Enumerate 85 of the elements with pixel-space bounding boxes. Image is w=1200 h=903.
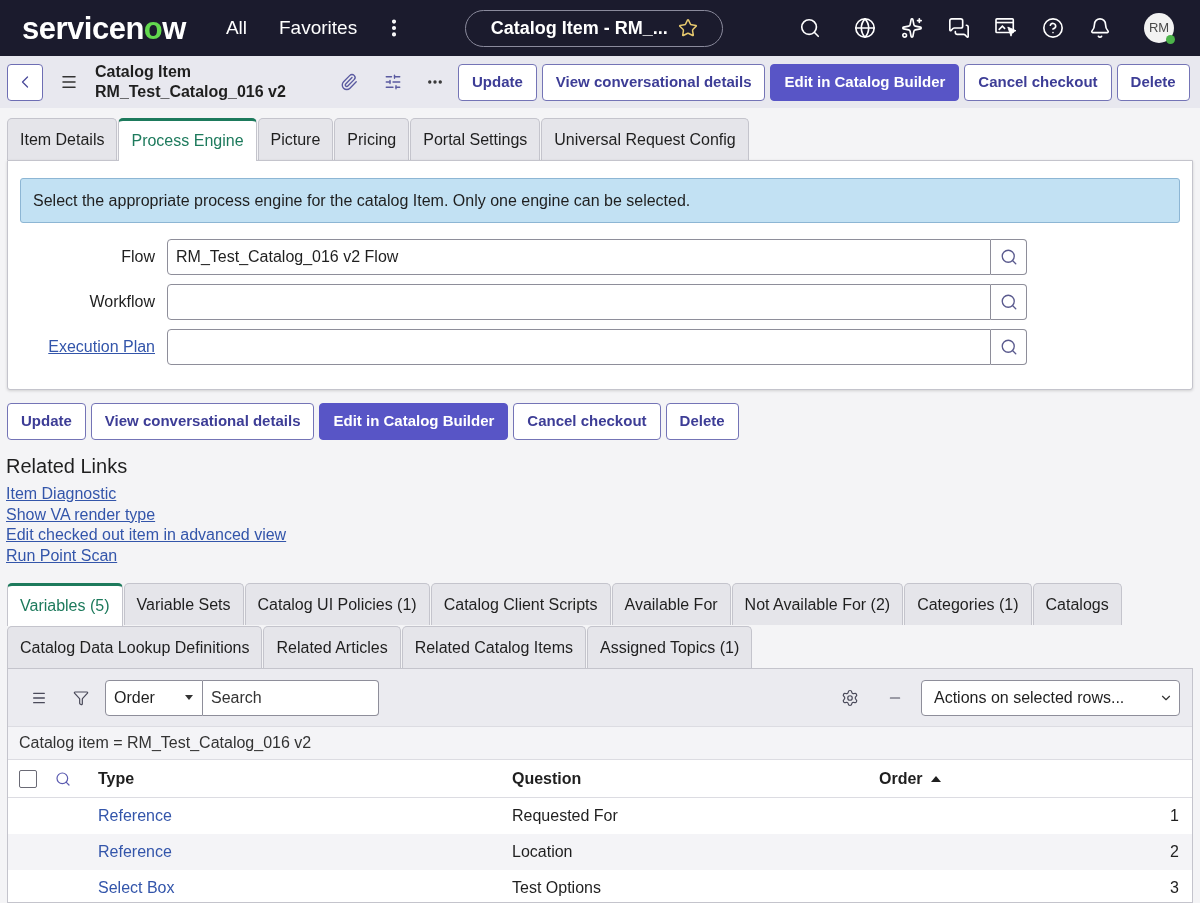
action-button[interactable]: Delete xyxy=(1116,63,1190,101)
lookup-button[interactable] xyxy=(991,239,1027,275)
table-cell: Test Options xyxy=(512,879,601,896)
tab[interactable]: Portal Settings xyxy=(410,118,541,160)
section-heading: Related Links xyxy=(6,454,128,479)
action-button[interactable]: Cancel checkout xyxy=(964,63,1112,101)
search-field[interactable]: Search xyxy=(203,679,379,716)
filter-icon[interactable] xyxy=(73,689,89,706)
sort-ascending-icon xyxy=(930,775,941,782)
action-button[interactable]: View conversational details xyxy=(90,403,315,440)
type-link[interactable]: Reference xyxy=(98,807,172,824)
tab[interactable]: Catalogs xyxy=(1032,583,1122,625)
tab[interactable]: Catalog UI Policies (1) xyxy=(244,583,430,625)
tab[interactable]: Picture xyxy=(257,118,334,160)
input-field[interactable] xyxy=(167,284,991,320)
settings-icon[interactable] xyxy=(841,688,859,707)
caret-down-icon xyxy=(185,695,193,700)
tab[interactable]: Assigned Topics (1) xyxy=(586,626,753,668)
lookup-button[interactable] xyxy=(991,284,1027,320)
tab[interactable]: Categories (1) xyxy=(904,583,1032,625)
field-label-link[interactable]: Execution Plan xyxy=(48,335,155,359)
input-field[interactable]: RM_Test_Catalog_016 v2 Flow xyxy=(167,239,991,275)
related-link[interactable]: Item Diagnostic xyxy=(6,484,117,505)
tab[interactable]: Item Details xyxy=(7,118,118,160)
tab[interactable]: Related Catalog Items xyxy=(401,626,586,668)
tab[interactable]: Variable Sets xyxy=(123,583,244,625)
paperclip-icon[interactable] xyxy=(340,73,358,91)
table-cell-text: 2 xyxy=(1170,842,1179,862)
select-all-checkbox[interactable] xyxy=(19,769,37,788)
tab[interactable]: Universal Request Config xyxy=(541,118,749,160)
column-header[interactable]: Order xyxy=(879,766,941,791)
action-button[interactable]: Cancel checkout xyxy=(513,403,661,440)
tab[interactable]: Available For xyxy=(611,583,731,625)
search-icon[interactable] xyxy=(799,17,821,39)
search-field-dropdown[interactable]: Order xyxy=(105,679,203,716)
user-avatar[interactable]: RM xyxy=(1144,13,1174,43)
chat-icon[interactable] xyxy=(948,17,970,39)
sparkle-icon[interactable] xyxy=(901,17,923,39)
menu-icon[interactable] xyxy=(60,73,78,91)
column-header[interactable]: Question xyxy=(512,766,582,791)
related-link[interactable]: Show VA render type xyxy=(6,504,156,525)
tab[interactable]: Process Engine xyxy=(118,118,257,161)
logo[interactable]: servicenow xyxy=(22,12,186,44)
window-cursor-icon[interactable] xyxy=(995,18,1017,38)
filter-breadcrumb[interactable]: Catalog item = RM_Test_Catalog_016 v2 xyxy=(19,731,312,755)
related-link[interactable]: Run Point Scan xyxy=(6,545,118,566)
table-cell-text: 3 xyxy=(1170,878,1179,898)
action-button[interactable]: Update xyxy=(458,63,537,101)
action-button[interactable]: Edit in Catalog Builder xyxy=(319,403,509,440)
input-field[interactable] xyxy=(167,329,991,365)
action-button[interactable]: Edit in Catalog Builder xyxy=(770,63,960,101)
tab[interactable]: Pricing xyxy=(334,118,410,160)
back-button[interactable] xyxy=(7,63,43,101)
globe-icon[interactable] xyxy=(854,17,876,39)
record-type-label: Catalog Item xyxy=(95,62,191,82)
table-cell-text: 1 xyxy=(1170,806,1179,826)
tab[interactable]: Catalog Data Lookup Definitions xyxy=(7,626,263,668)
related-link[interactable]: Edit checked out item in advanced view xyxy=(6,525,287,546)
action-button[interactable]: View conversational details xyxy=(541,63,766,101)
field-label: Workflow xyxy=(89,292,155,312)
search-icon xyxy=(999,293,1018,311)
search-icon xyxy=(999,248,1018,266)
help-icon[interactable] xyxy=(1042,17,1064,39)
bell-icon[interactable] xyxy=(1089,17,1111,39)
tab[interactable]: Variables (5) xyxy=(7,583,123,626)
tab[interactable]: Related Articles xyxy=(263,626,401,668)
search-icon xyxy=(999,338,1018,356)
table-cell: Location xyxy=(512,843,573,860)
star-icon[interactable] xyxy=(677,18,698,38)
tab[interactable]: Not Available For (2) xyxy=(731,583,904,625)
action-button[interactable]: Update xyxy=(7,403,86,440)
table-cell: Requested For xyxy=(512,807,618,824)
type-link[interactable]: Select Box xyxy=(98,879,175,896)
field-label: Flow xyxy=(121,247,155,267)
info-message: Select the appropriate process engine for the catalog Item. Only one engine can be selected. xyxy=(20,178,1180,223)
action-button[interactable]: Delete xyxy=(665,403,739,440)
lookup-button[interactable] xyxy=(991,329,1027,365)
actions-dropdown[interactable]: Actions on selected rows... xyxy=(921,679,1180,716)
nav-menu[interactable]: Favorites xyxy=(279,13,358,43)
tab[interactable]: Catalog Client Scripts xyxy=(430,583,611,625)
record-title: RM_Test_Catalog_016 v2 xyxy=(95,82,286,102)
nav-menu[interactable]: All xyxy=(225,13,247,43)
type-link[interactable]: Reference xyxy=(98,843,172,860)
column-header[interactable]: Type xyxy=(98,766,135,791)
sliders-icon[interactable] xyxy=(384,73,402,91)
